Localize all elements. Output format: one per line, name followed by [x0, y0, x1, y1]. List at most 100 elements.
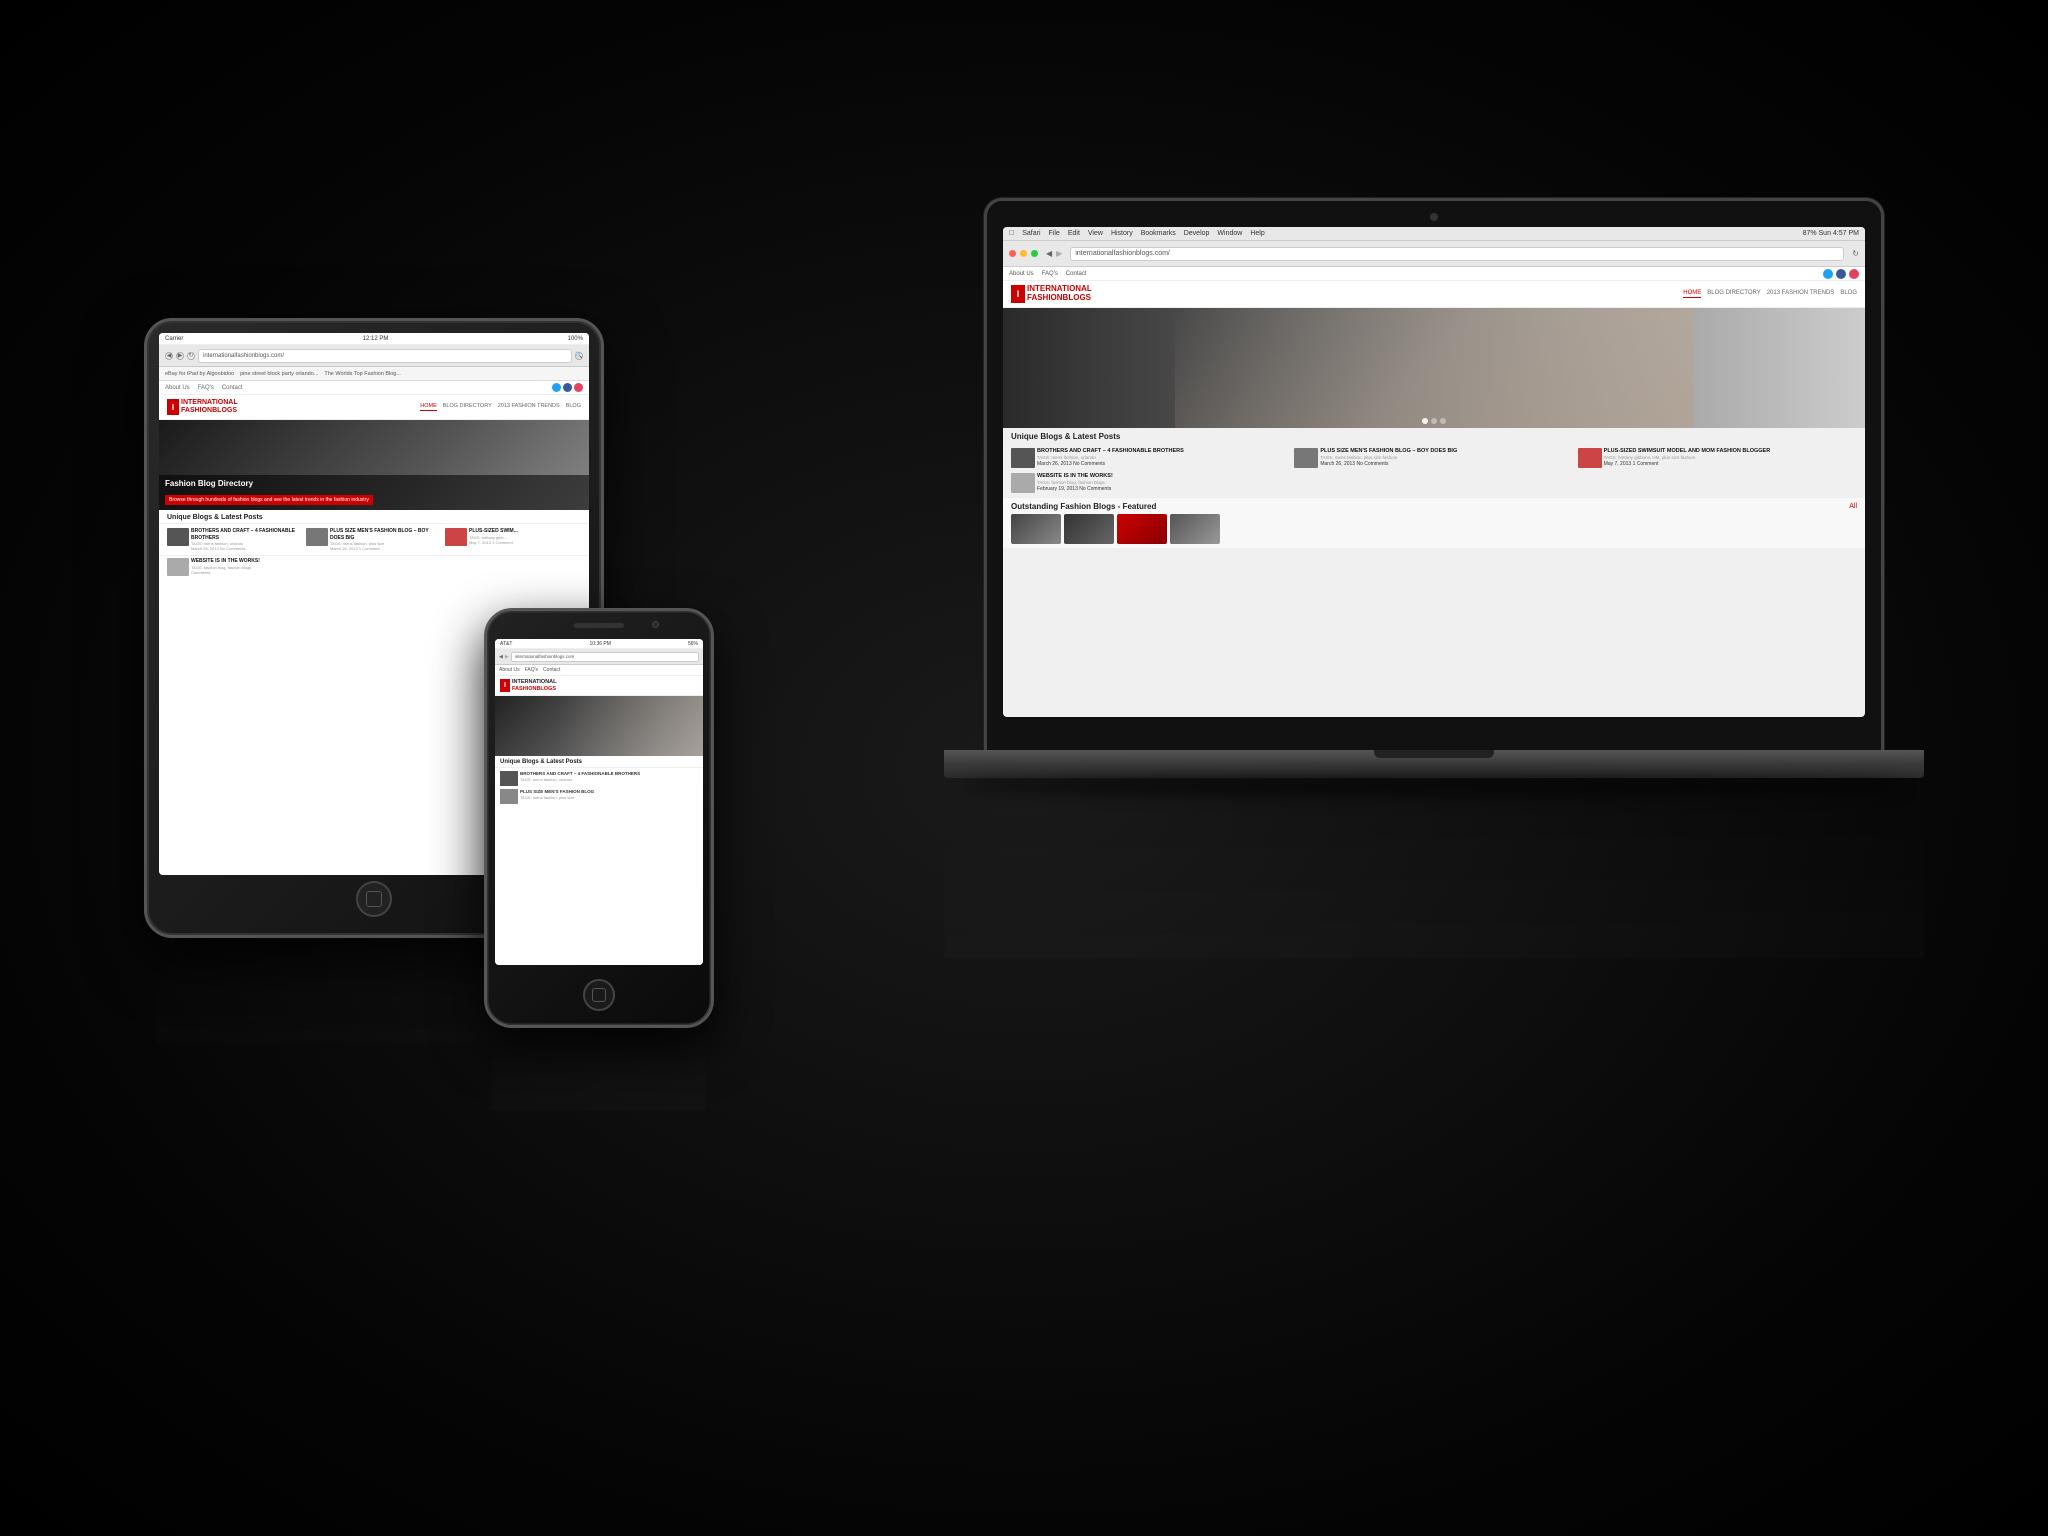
slider-dot-1[interactable] [1422, 418, 1428, 424]
reload-button[interactable]: ↻ [1852, 249, 1859, 258]
tablet-contact-link[interactable]: Contact [222, 385, 243, 391]
tablet-post-text-1: BROTHERS AND CRAFT – 4 FASHIONABLE BROTH… [191, 528, 303, 551]
post-date-works: February 19, 2013 No Comments [1037, 486, 1113, 493]
post-date-1: March 26, 2013 No Comments [1037, 461, 1184, 468]
back-button[interactable]: ◀ [1046, 249, 1052, 258]
featured-item-1[interactable] [1011, 514, 1061, 544]
featured-item-3[interactable] [1117, 514, 1167, 544]
posts-grid-2: WEBSITE IS IN THE WORKS! TAGS: fashion b… [1003, 472, 1865, 497]
tablet-nav-blog[interactable]: BLOG [566, 403, 581, 411]
slider-dot-2[interactable] [1431, 418, 1437, 424]
phone-post-thumb-1 [500, 771, 518, 786]
phone-back[interactable]: ◀ [499, 654, 503, 660]
featured-item-4[interactable] [1170, 514, 1220, 544]
tablet-bookmarks-bar: eBay for iPad by Algoobidoo pine street … [159, 367, 589, 381]
website-header: I INTERNATIONAL FASHIONBLOGS HOME BLOG D… [1003, 281, 1865, 308]
bookmark-1[interactable]: eBay for iPad by Algoobidoo [165, 371, 234, 377]
phone-hero-overlay [495, 696, 703, 756]
url-bar[interactable]: internationalfashionblogs.com/ [1070, 247, 1844, 261]
faq-link[interactable]: FAQ's [1042, 271, 1058, 277]
bookmark-2[interactable]: pine street block party orlando... [240, 371, 318, 377]
tablet-social-icons [552, 383, 583, 392]
laptop-screen-bezel:  Safari File Edit View History Bookmark… [987, 201, 1881, 755]
tablet-about-link[interactable]: About Us [165, 385, 190, 391]
bookmark-3[interactable]: The Worlds Top Fashion Blog... [324, 371, 401, 377]
laptop-browser:  Safari File Edit View History Bookmark… [1003, 227, 1865, 717]
laptop-camera [1430, 213, 1438, 221]
post-text-3: PLUS-SIZED SWIMSUIT MODEL AND MOM FASHIO… [1604, 448, 1771, 467]
maximize-button[interactable] [1031, 250, 1038, 257]
tablet-forward[interactable]: ▶ [176, 352, 184, 360]
hero-image [1003, 308, 1865, 428]
safari-menubar:  Safari File Edit View History Bookmark… [1003, 227, 1865, 241]
phone-screen: AT&T 10:36 PM 56% ◀ ▶ internationalfashi… [495, 639, 703, 965]
tablet-nav-trends[interactable]: 2013 FASHION TRENDS [498, 403, 560, 411]
featured-item-2[interactable] [1064, 514, 1114, 544]
main-nav: HOME BLOG DIRECTORY 2013 FASHION TRENDS … [1683, 290, 1857, 298]
tablet-instagram-icon [574, 383, 583, 392]
phone-reflection [492, 1030, 706, 1110]
tablet-posts-works: WEBSITE IS IN THE WORKS! TAGS: fashion b… [159, 555, 589, 580]
nav-home[interactable]: HOME [1683, 290, 1701, 298]
phone-camera-dot [652, 621, 659, 628]
browser-toolbar: ◀ ▶ internationalfashionblogs.com/ ↻ [1003, 241, 1865, 267]
tablet-home-button[interactable] [356, 881, 392, 917]
phone-about-link[interactable]: About Us [499, 667, 520, 673]
phone-url-bar[interactable]: internationalfashionblogs.com [511, 652, 699, 662]
hero-section [1003, 308, 1865, 428]
logo-text: INTERNATIONAL FASHIONBLOGS [1027, 285, 1092, 303]
social-icons [1823, 269, 1859, 279]
post-thumb-2 [1294, 448, 1318, 468]
tablet-post-thumb-works [167, 558, 189, 576]
nav-blog[interactable]: BLOG [1840, 290, 1857, 298]
about-link[interactable]: About Us [1009, 271, 1034, 277]
minimize-button[interactable] [1020, 250, 1027, 257]
tablet-nav-dir[interactable]: BLOG DIRECTORY [443, 403, 492, 411]
phone-website-header: I INTERNATIONAL FASHIONBLOGS [495, 676, 703, 696]
tablet-back[interactable]: ◀ [165, 352, 173, 360]
phone-faq-link[interactable]: FAQ's [525, 667, 538, 673]
laptop-base [944, 750, 1924, 778]
phone-body: AT&T 10:36 PM 56% ◀ ▶ internationalfashi… [484, 608, 714, 1028]
tablet-search[interactable]: 🔍 [575, 352, 583, 360]
phone-logo-icon: I [500, 679, 510, 692]
tablet-post-thumb-3 [445, 528, 467, 546]
phone-contact-link[interactable]: Contact [543, 667, 560, 673]
tablet-main-nav: HOME BLOG DIRECTORY 2013 FASHION TRENDS … [420, 403, 581, 411]
phone-forward[interactable]: ▶ [505, 654, 509, 660]
phone-logo-text: INTERNATIONAL FASHIONBLOGS [512, 679, 557, 692]
tablet-faq-link[interactable]: FAQ's [198, 385, 214, 391]
apple-menu:  [1009, 230, 1014, 237]
tablet-website-header: I INTERNATIONAL FASHIONBLOGS HOME BLOG D… [159, 395, 589, 420]
tablet-post-works: WEBSITE IS IN THE WORKS! TAGS: fashion b… [167, 558, 581, 576]
tablet-hero: Fashion Blog Directory Browse through hu… [159, 420, 589, 510]
help-menu: Help [1250, 230, 1264, 237]
slider-dot-3[interactable] [1440, 418, 1446, 424]
featured-section: Outstanding Fashion Blogs - Featured All [1003, 497, 1865, 548]
close-button[interactable] [1009, 250, 1016, 257]
nav-blog-directory[interactable]: BLOG DIRECTORY [1707, 290, 1760, 298]
forward-button[interactable]: ▶ [1056, 249, 1062, 258]
tablet-post-1: BROTHERS AND CRAFT – 4 FASHIONABLE BROTH… [167, 528, 303, 551]
instagram-icon [1849, 269, 1859, 279]
featured-title: Outstanding Fashion Blogs - Featured [1011, 502, 1156, 511]
post-item-1: BROTHERS AND CRAFT – 4 FASHIONABLE BROTH… [1011, 448, 1290, 468]
phone-battery: 56% [688, 641, 698, 647]
tablet-reload[interactable]: ↻ [187, 352, 195, 360]
phone-home-button[interactable] [583, 979, 615, 1011]
tablet-nav-home[interactable]: HOME [420, 403, 437, 411]
tablet-url-bar[interactable]: internationalfashionblogs.com/ [198, 349, 572, 363]
post-text-works: WEBSITE IS IN THE WORKS! TAGS: fashion b… [1037, 473, 1113, 492]
phone-post-2: PLUS SIZE MEN'S FASHION BLOG TAGS: mens … [500, 789, 698, 804]
phone-post-thumb-2 [500, 789, 518, 804]
nav-fashion-trends[interactable]: 2013 FASHION TRENDS [1767, 290, 1835, 298]
posts-grid: BROTHERS AND CRAFT – 4 FASHIONABLE BROTH… [1003, 444, 1865, 472]
tablet-hero-overlay: Fashion Blog Directory Browse through hu… [159, 475, 589, 510]
edit-menu: Edit [1068, 230, 1080, 237]
post-thumb-works [1011, 473, 1035, 493]
contact-link[interactable]: Contact [1066, 271, 1087, 277]
view-menu: View [1088, 230, 1103, 237]
tablet-post-3: PLUS-SIZED SWIM... TAGS: brittany gibb..… [445, 528, 581, 551]
tablet-facebook-icon [563, 383, 572, 392]
featured-all-link[interactable]: All [1849, 503, 1857, 510]
